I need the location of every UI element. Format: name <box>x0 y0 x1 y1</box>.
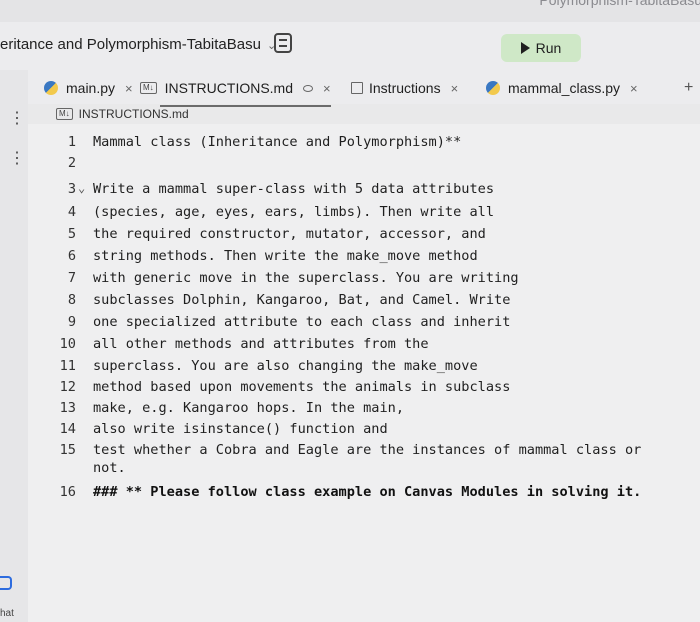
run-label: Run <box>535 40 562 56</box>
line-number: 9 <box>67 314 76 330</box>
editor-tab-bar: main.py × M↓ INSTRUCTIONS.md × Instructi… <box>28 70 700 107</box>
line-number: 1 <box>67 134 76 150</box>
line-text: the required constructor, mutator, acces… <box>93 226 486 242</box>
line-text: (species, age, eyes, ears, limbs). Then … <box>93 204 495 220</box>
add-tab-button[interactable]: + <box>684 79 693 97</box>
markdown-file-icon: M↓ <box>56 108 73 120</box>
tab-label: main.py <box>66 80 116 96</box>
tab-mammal-class-py[interactable]: mammal_class.py × <box>486 76 638 100</box>
close-icon[interactable]: × <box>125 81 133 96</box>
tab-instructions[interactable]: Instructions × <box>351 76 458 100</box>
line-text: subclasses Dolphin, Kangaroo, Bat, and C… <box>93 292 511 308</box>
database-icon[interactable] <box>274 33 292 53</box>
line-text: Mammal class (Inheritance and Polymorphi… <box>93 134 462 150</box>
python-file-icon <box>486 81 500 95</box>
preview-icon[interactable] <box>303 84 314 92</box>
line-text: make, e.g. Kangaroo hops. In the main, <box>93 400 404 416</box>
repl-name-dropdown[interactable]: eritance and Polymorphism-TabitaBasu ⌄ <box>0 36 276 53</box>
line-number: 12 <box>59 379 76 395</box>
line-text: ### ** Please follow class example on Ca… <box>93 484 642 500</box>
window-breadcrumb: Polymorphism-TabitaBasu <box>539 0 700 8</box>
file-path[interactable]: INSTRUCTIONS.md <box>79 107 189 121</box>
file-breadcrumb: M↓ INSTRUCTIONS.md <box>28 104 700 124</box>
line-text: all other methods and attributes from th… <box>93 336 429 352</box>
play-icon <box>520 42 530 54</box>
tab-main-py[interactable]: main.py × <box>44 76 133 100</box>
line-number: 16 <box>59 484 76 500</box>
python-file-icon <box>44 81 58 95</box>
run-button[interactable]: Run <box>501 34 581 62</box>
line-text: test whether a Cobra and Eagle are the i… <box>93 442 642 458</box>
line-number: 5 <box>67 226 76 242</box>
tab-instructions-md[interactable]: M↓ INSTRUCTIONS.md × <box>140 76 331 107</box>
tab-label: INSTRUCTIONS.md <box>164 80 294 96</box>
tab-label: Instructions <box>369 80 441 96</box>
line-text: string methods. Then write the make_move… <box>93 248 478 264</box>
line-text: not. <box>93 460 126 476</box>
line-number: 7 <box>67 270 76 286</box>
more-options-icon[interactable]: ⋮ <box>9 151 25 167</box>
line-number: 3 <box>67 181 76 197</box>
fold-chevron-icon[interactable]: ⌄ <box>78 181 85 195</box>
line-number: 10 <box>59 336 76 352</box>
line-number: 13 <box>59 400 76 416</box>
line-number: 6 <box>67 248 76 264</box>
close-icon[interactable]: × <box>630 81 638 96</box>
line-text: one specialized attribute to each class … <box>93 314 511 330</box>
line-number: 2 <box>67 155 76 171</box>
code-editor[interactable]: 1 Mammal class (Inheritance and Polymorph… <box>28 124 700 622</box>
chat-label[interactable]: hat <box>0 608 14 619</box>
more-options-icon[interactable]: ⋮ <box>9 111 25 127</box>
chat-icon[interactable] <box>0 576 12 590</box>
line-number: 15 <box>59 442 76 458</box>
close-icon[interactable]: × <box>451 81 459 96</box>
left-rail: ⋮ ⋮ hat <box>0 70 28 622</box>
line-number: 11 <box>59 358 76 374</box>
close-icon[interactable]: × <box>323 81 331 96</box>
repl-name: eritance and Polymorphism-TabitaBasu <box>0 36 261 53</box>
line-number: 4 <box>67 204 76 220</box>
line-number: 14 <box>59 421 76 437</box>
line-text: with generic move in the superclass. You… <box>93 270 519 286</box>
book-icon <box>351 82 363 94</box>
tab-label: mammal_class.py <box>508 80 621 96</box>
line-number: 8 <box>67 292 76 308</box>
line-text: method based upon movements the animals … <box>93 379 511 395</box>
workspace-header: eritance and Polymorphism-TabitaBasu ⌄ Ru… <box>0 22 700 70</box>
line-text: also write isinstance() function and <box>93 421 388 437</box>
markdown-file-icon: M↓ <box>140 82 157 94</box>
line-text: superclass. You are also changing the ma… <box>93 358 478 374</box>
top-strip: Polymorphism-TabitaBasu <box>0 0 700 23</box>
line-text: Write a mammal super-class with 5 data a… <box>93 181 495 197</box>
